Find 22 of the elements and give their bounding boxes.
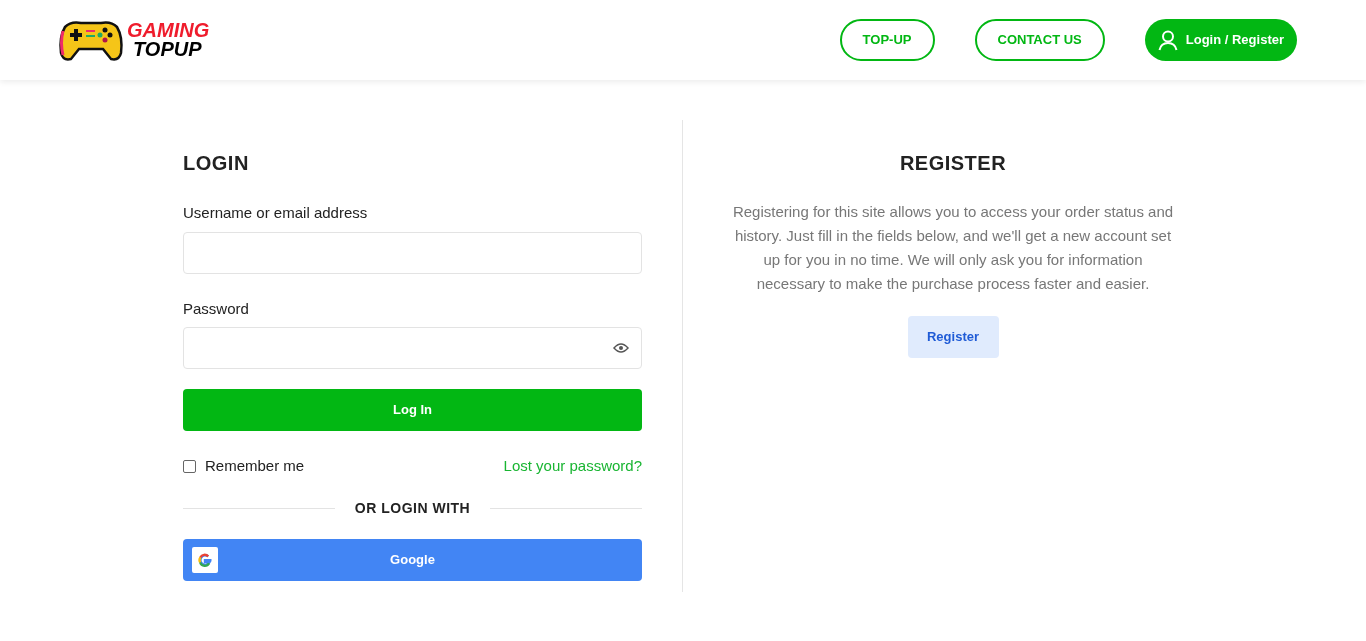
login-heading: LOGIN <box>183 151 250 176</box>
register-heading: REGISTER <box>899 151 1007 176</box>
lost-password-link[interactable]: Lost your password? <box>503 455 642 478</box>
google-icon <box>192 546 218 573</box>
register-button[interactable]: Register <box>907 316 999 358</box>
register-description: Registering for this site allows you to access your order status and history. Just fill in the fields below, and we'll get a new account set up for you in no time. We will only ask you for information necessary to make the purchase process faster and easier. <box>731 202 1175 294</box>
google-button[interactable]: Google <box>183 538 642 581</box>
logo-text: GAMING <box>127 21 210 40</box>
remember-checkbox[interactable] <box>183 459 196 473</box>
user-icon <box>1157 29 1178 51</box>
field-label: Username or email address <box>183 203 369 223</box>
eye-icon[interactable] <box>613 342 629 354</box>
logo-text: TOPUP <box>132 40 203 59</box>
password-field[interactable] <box>183 327 642 369</box>
nav-button[interactable]: CONTACT US <box>974 19 1105 61</box>
remember-label: Remember me <box>205 456 305 476</box>
login-register-button[interactable]: Login / Register <box>1144 19 1297 61</box>
divider-label: OR LOGIN WITH <box>354 498 471 518</box>
nav-button[interactable]: TOP-UP <box>839 19 935 61</box>
login-button[interactable]: Log In <box>183 389 642 431</box>
username-field[interactable] <box>183 231 642 274</box>
field-label: Password <box>183 298 250 319</box>
